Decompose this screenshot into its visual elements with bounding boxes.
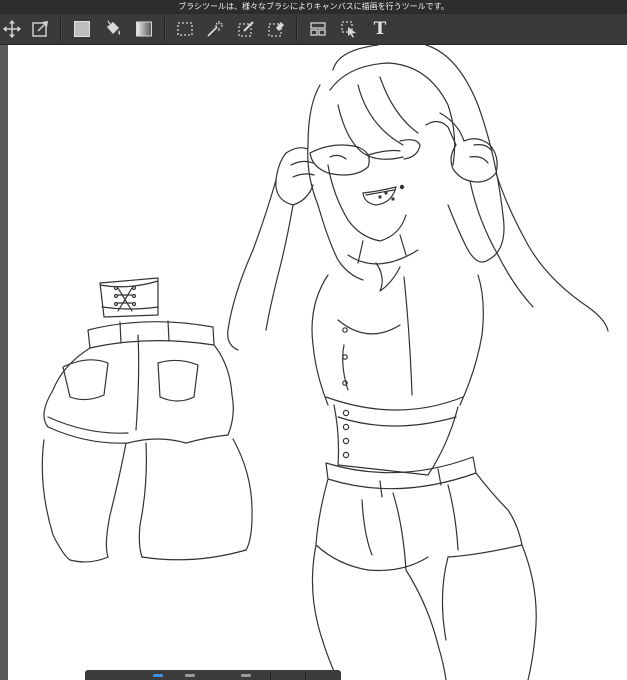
toolbar: T xyxy=(0,14,627,45)
magic-wand-icon[interactable] xyxy=(203,17,227,41)
operation-icon[interactable] xyxy=(337,17,361,41)
tool-tip-text: ブラシツールは、様々なブラシによりキャンバスに描画を行うツールです。 xyxy=(178,2,449,11)
left-panel-edge xyxy=(0,45,8,680)
panel-handle-icon xyxy=(241,674,251,677)
toolbar-separator xyxy=(60,17,62,41)
select-pen-icon[interactable] xyxy=(234,17,258,41)
frame-divide-icon[interactable] xyxy=(306,17,330,41)
move-icon[interactable] xyxy=(0,17,24,41)
text-icon[interactable]: T xyxy=(368,17,392,41)
gradient-icon[interactable] xyxy=(132,17,156,41)
toolbar-separator xyxy=(296,17,298,41)
bucket-icon[interactable] xyxy=(101,17,125,41)
toolbar-separator xyxy=(164,17,166,41)
text-tool-label: T xyxy=(373,19,387,39)
transform-icon[interactable] xyxy=(28,17,52,41)
active-indicator-icon xyxy=(153,674,163,677)
line-art-illustration xyxy=(41,45,609,680)
bottom-tool-panel[interactable] xyxy=(85,670,341,680)
fill-color-icon[interactable] xyxy=(70,17,94,41)
panel-separator xyxy=(270,672,271,680)
tool-tip-bar: ブラシツールは、様々なブラシによりキャンバスに描画を行うツールです。 xyxy=(0,0,627,14)
select-eraser-icon[interactable] xyxy=(264,17,288,41)
rect-select-icon[interactable] xyxy=(173,17,197,41)
panel-handle-icon xyxy=(185,674,195,677)
drawing-canvas[interactable] xyxy=(8,45,627,680)
panel-separator xyxy=(305,672,306,680)
